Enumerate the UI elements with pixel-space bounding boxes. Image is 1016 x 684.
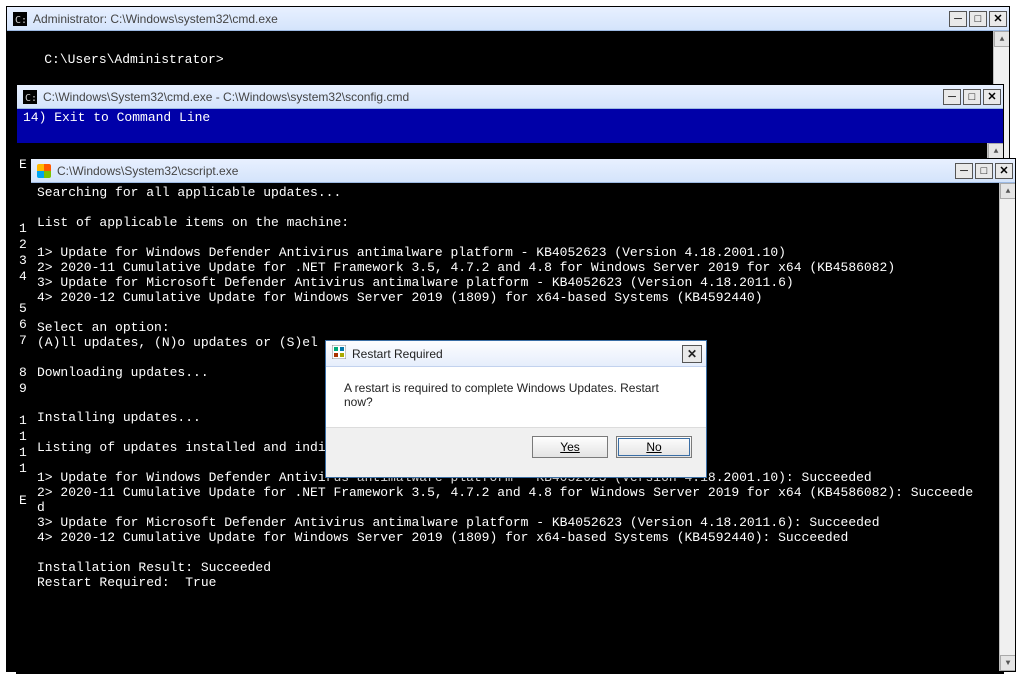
- scroll-up-icon[interactable]: ▲: [994, 31, 1009, 47]
- sconfig-menu-line: 14) Exit to Command Line: [17, 109, 1003, 143]
- console-line: Select an option:: [37, 320, 997, 335]
- console-line: 3> Update for Microsoft Defender Antivir…: [37, 515, 997, 530]
- dialog-message: A restart is required to complete Window…: [326, 367, 706, 427]
- minimize-button[interactable]: ─: [949, 11, 967, 27]
- console-line: Installation Result: Succeeded: [37, 560, 997, 575]
- maximize-button[interactable]: □: [963, 89, 981, 105]
- close-button[interactable]: ✕: [995, 163, 1013, 179]
- console-line: 1> Update for Windows Defender Antivirus…: [37, 245, 997, 260]
- console-line: Searching for all applicable updates...: [37, 185, 997, 200]
- title-text-win3: C:\Windows\System32\cscript.exe: [57, 164, 949, 178]
- cmd-icon: C:\: [23, 90, 37, 104]
- minimize-button[interactable]: ─: [955, 163, 973, 179]
- console-line: 2> 2020-11 Cumulative Update for .NET Fr…: [37, 260, 997, 275]
- restart-required-dialog: Restart Required ✕ A restart is required…: [325, 340, 707, 478]
- no-button[interactable]: No: [616, 436, 692, 458]
- cmd-icon: C:\: [13, 12, 27, 26]
- console-line: d: [37, 500, 997, 515]
- titlebar-win1: C:\ Administrator: C:\Windows\system32\c…: [7, 7, 1009, 31]
- console-line: 2> 2020-11 Cumulative Update for .NET Fr…: [37, 485, 997, 500]
- console-line: [37, 200, 997, 215]
- dialog-button-row: Yes No: [326, 427, 706, 466]
- left-number-gutter: E 1 2 3 4 5 6 7 8 9 1 1 1 1 E: [19, 157, 27, 509]
- titlebar-win3: C:\Windows\System32\cscript.exe ─ □ ✕: [31, 159, 1015, 183]
- console-line: 4> 2020-12 Cumulative Update for Windows…: [37, 290, 997, 305]
- svg-text:C:\: C:\: [15, 15, 27, 26]
- console-line: Restart Required: True: [37, 575, 997, 590]
- dialog-titlebar: Restart Required ✕: [326, 341, 706, 367]
- dialog-title: Restart Required: [352, 347, 676, 361]
- console-line: 4> 2020-12 Cumulative Update for Windows…: [37, 530, 997, 545]
- scroll-up-icon[interactable]: ▲: [988, 143, 1003, 159]
- console-line: [37, 305, 997, 320]
- console-line: [37, 230, 997, 245]
- scroll-down-icon[interactable]: ▼: [1000, 655, 1015, 671]
- close-button[interactable]: ✕: [989, 11, 1007, 27]
- maximize-button[interactable]: □: [969, 11, 987, 27]
- minimize-button[interactable]: ─: [943, 89, 961, 105]
- console-line: List of applicable items on the machine:: [37, 215, 997, 230]
- scrollbar-win3[interactable]: ▲ ▼: [999, 183, 1015, 671]
- app-icon: [332, 345, 346, 362]
- prompt-line: C:\Users\Administrator>: [44, 52, 223, 67]
- dialog-close-button[interactable]: ✕: [682, 345, 702, 363]
- yes-button[interactable]: Yes: [532, 436, 608, 458]
- title-text-win2: C:\Windows\System32\cmd.exe - C:\Windows…: [43, 90, 937, 104]
- scroll-up-icon[interactable]: ▲: [1000, 183, 1015, 199]
- close-button[interactable]: ✕: [983, 89, 1001, 105]
- titlebar-win2: C:\ C:\Windows\System32\cmd.exe - C:\Win…: [17, 85, 1003, 109]
- svg-text:C:\: C:\: [25, 93, 37, 104]
- console-line: 3> Update for Microsoft Defender Antivir…: [37, 275, 997, 290]
- maximize-button[interactable]: □: [975, 163, 993, 179]
- powershell-icon: [37, 164, 51, 178]
- console-line: [37, 545, 997, 560]
- title-text-win1: Administrator: C:\Windows\system32\cmd.e…: [33, 12, 943, 26]
